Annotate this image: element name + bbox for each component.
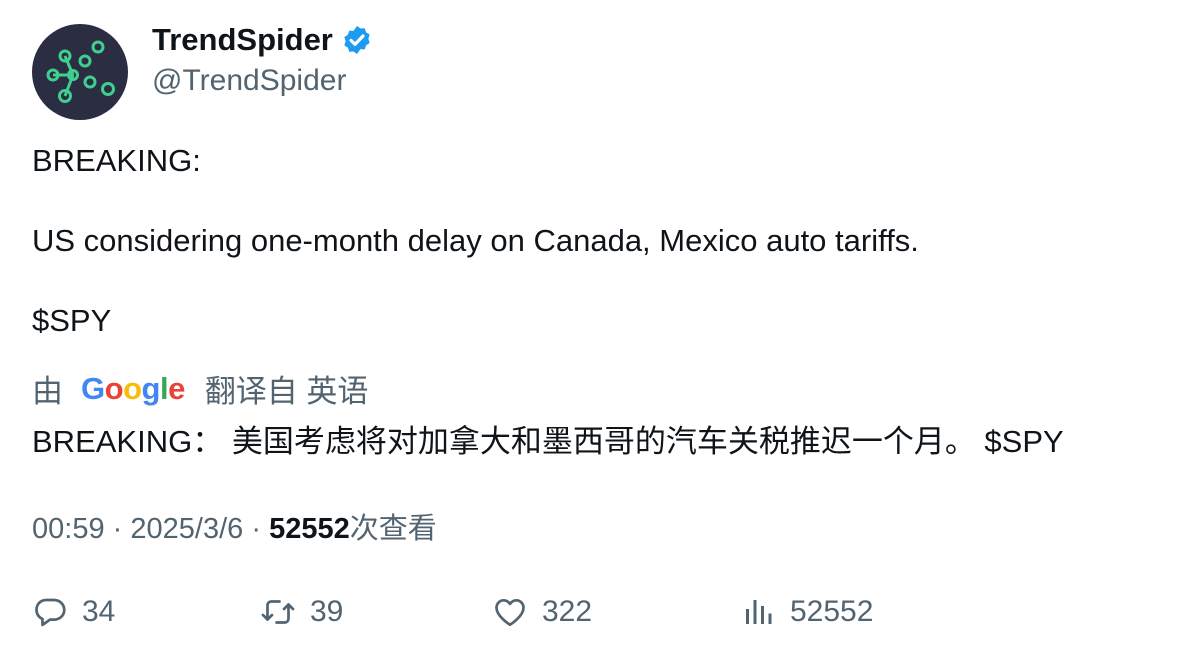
tweet-text-line: US considering one-month delay on Canada… [32, 223, 919, 258]
avatar[interactable] [32, 24, 128, 120]
translation-label: 翻译自 英语 [204, 374, 369, 409]
retweet-count: 39 [310, 595, 344, 628]
heart-icon [495, 598, 525, 627]
author-display-name[interactable]: TrendSpider [152, 22, 333, 58]
translation-attribution: 由 Google 翻译自 英语 [32, 366, 368, 411]
retweet-icon [261, 600, 295, 624]
tweet-text-line: BREAKING: [32, 143, 201, 178]
views-suffix: 次查看 [349, 513, 437, 545]
like-count: 322 [542, 595, 593, 628]
tweet-meta: 00:59 · 2025/3/6 · 52552次查看 [32, 505, 437, 547]
views-count: 52552 [269, 513, 350, 545]
meta-separator: · [112, 513, 123, 545]
views-action-count: 52552 [790, 595, 874, 628]
tweet-date[interactable]: 2025/3/6 [130, 513, 243, 545]
reply-count: 34 [82, 595, 116, 628]
analytics-bar-icon [746, 600, 772, 624]
tweet-time[interactable]: 00:59 [32, 513, 105, 545]
reply-button[interactable]: 34 [32, 592, 115, 632]
google-logo-icon: Google [81, 370, 185, 406]
like-button[interactable]: 322 [492, 592, 592, 632]
meta-separator: · [251, 513, 261, 545]
cashtag-link[interactable]: $SPY [32, 303, 111, 339]
translation-prefix: 由 [32, 374, 63, 409]
retweet-button[interactable]: 39 [260, 592, 343, 632]
verified-badge-icon [344, 26, 370, 54]
reply-icon [35, 598, 66, 627]
translated-text: BREAKING： 美国考虑将对加拿大和墨西哥的汽车关税推迟一个月。 $SPY [32, 424, 1064, 459]
author-handle[interactable]: @TrendSpider [152, 64, 346, 98]
trendspider-logo-icon [46, 40, 115, 103]
author-name-row[interactable]: TrendSpider [152, 22, 373, 58]
views-button[interactable]: 52552 [740, 592, 873, 632]
